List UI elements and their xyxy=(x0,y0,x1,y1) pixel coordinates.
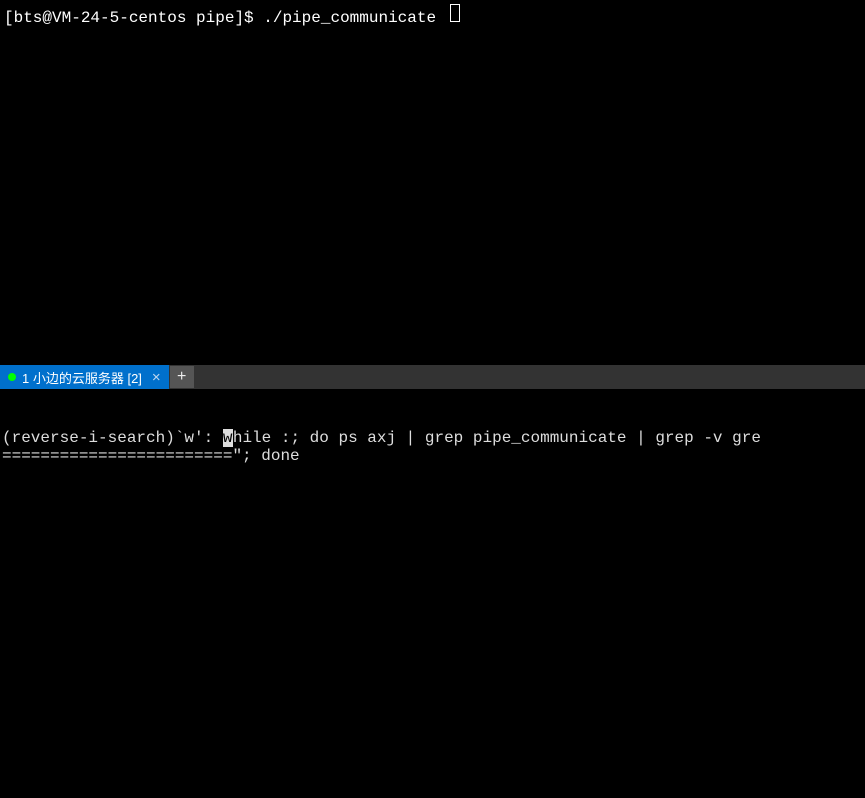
reverse-search-line: (reverse-i-search)`w': while :; do ps ax… xyxy=(2,429,863,447)
reverse-search-line2: ========================"; done xyxy=(2,447,863,465)
new-tab-button[interactable]: + xyxy=(170,366,194,388)
terminal-pane-top[interactable]: [bts@VM-24-5-centos pipe]$ ./pipe_commun… xyxy=(0,0,865,365)
reverse-search-rest: hile :; do ps axj | grep pipe_communicat… xyxy=(233,429,761,447)
shell-prompt: [bts@VM-24-5-centos pipe]$ xyxy=(4,9,263,27)
entered-command: ./pipe_communicate xyxy=(263,9,445,27)
tab-label: 1 小边的云服务器 [2] xyxy=(22,368,142,387)
status-dot-icon xyxy=(8,373,16,381)
reverse-search-prefix: (reverse-i-search)`w': xyxy=(2,429,223,447)
close-icon[interactable]: × xyxy=(152,369,161,386)
tab-bar: 1 小边的云服务器 [2] × + xyxy=(0,365,865,389)
cursor-inverted-icon: w xyxy=(223,429,233,447)
plus-icon: + xyxy=(177,368,186,386)
terminal-pane-bottom[interactable]: (reverse-i-search)`w': while :; do ps ax… xyxy=(0,389,865,798)
tab-active-session[interactable]: 1 小边的云服务器 [2] × xyxy=(0,365,169,389)
cursor-icon xyxy=(450,4,460,22)
prompt-line: [bts@VM-24-5-centos pipe]$ ./pipe_commun… xyxy=(4,4,861,27)
